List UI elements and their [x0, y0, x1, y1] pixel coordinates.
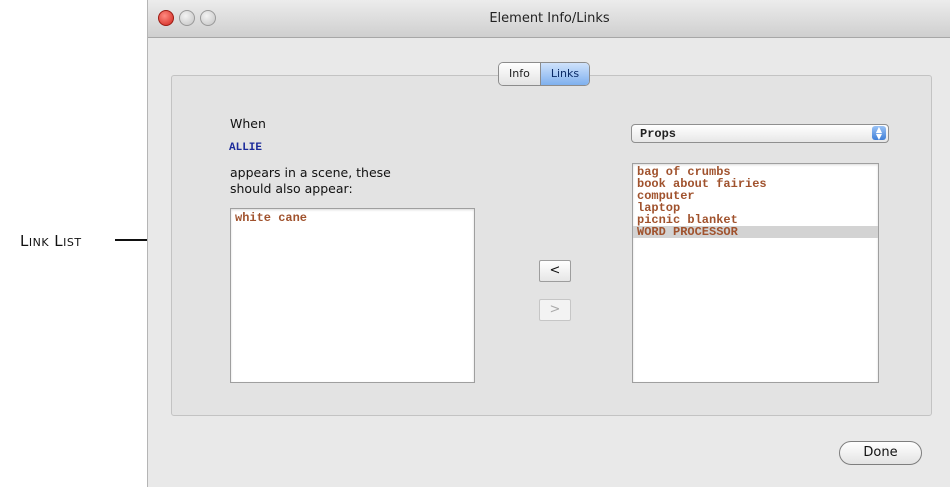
titlebar: Element Info/Links: [148, 0, 950, 38]
tab-links[interactable]: Links: [539, 63, 590, 85]
window-title: Element Info/Links: [489, 11, 610, 26]
element-name: ALLIE: [229, 142, 263, 154]
appears-text-line2: should also appear:: [230, 181, 353, 196]
category-popup[interactable]: Props ▲ ▼: [631, 124, 889, 143]
list-item[interactable]: white cane: [231, 212, 474, 224]
appears-text: appears in a scene, these should also ap…: [230, 165, 391, 197]
tab-info[interactable]: Info: [499, 63, 540, 85]
element-info-links-window: Element Info/Links Info Links When ALLIE…: [147, 0, 950, 487]
remove-link-button[interactable]: >: [539, 299, 571, 321]
link-list[interactable]: white cane: [230, 208, 475, 383]
list-item-selected[interactable]: WORD PROCESSOR: [633, 226, 878, 238]
chevron-updown-icon: ▲ ▼: [872, 126, 886, 141]
tab-bar: Info Links: [498, 62, 591, 86]
link-list-annotation: Link List: [20, 232, 82, 250]
when-label: When: [230, 116, 266, 131]
category-popup-label: Props: [640, 127, 677, 141]
add-link-button[interactable]: <: [539, 260, 571, 282]
appears-text-line1: appears in a scene, these: [230, 165, 391, 180]
done-button[interactable]: Done: [839, 441, 922, 465]
available-items-list[interactable]: bag of crumbs book about fairies compute…: [632, 163, 879, 383]
